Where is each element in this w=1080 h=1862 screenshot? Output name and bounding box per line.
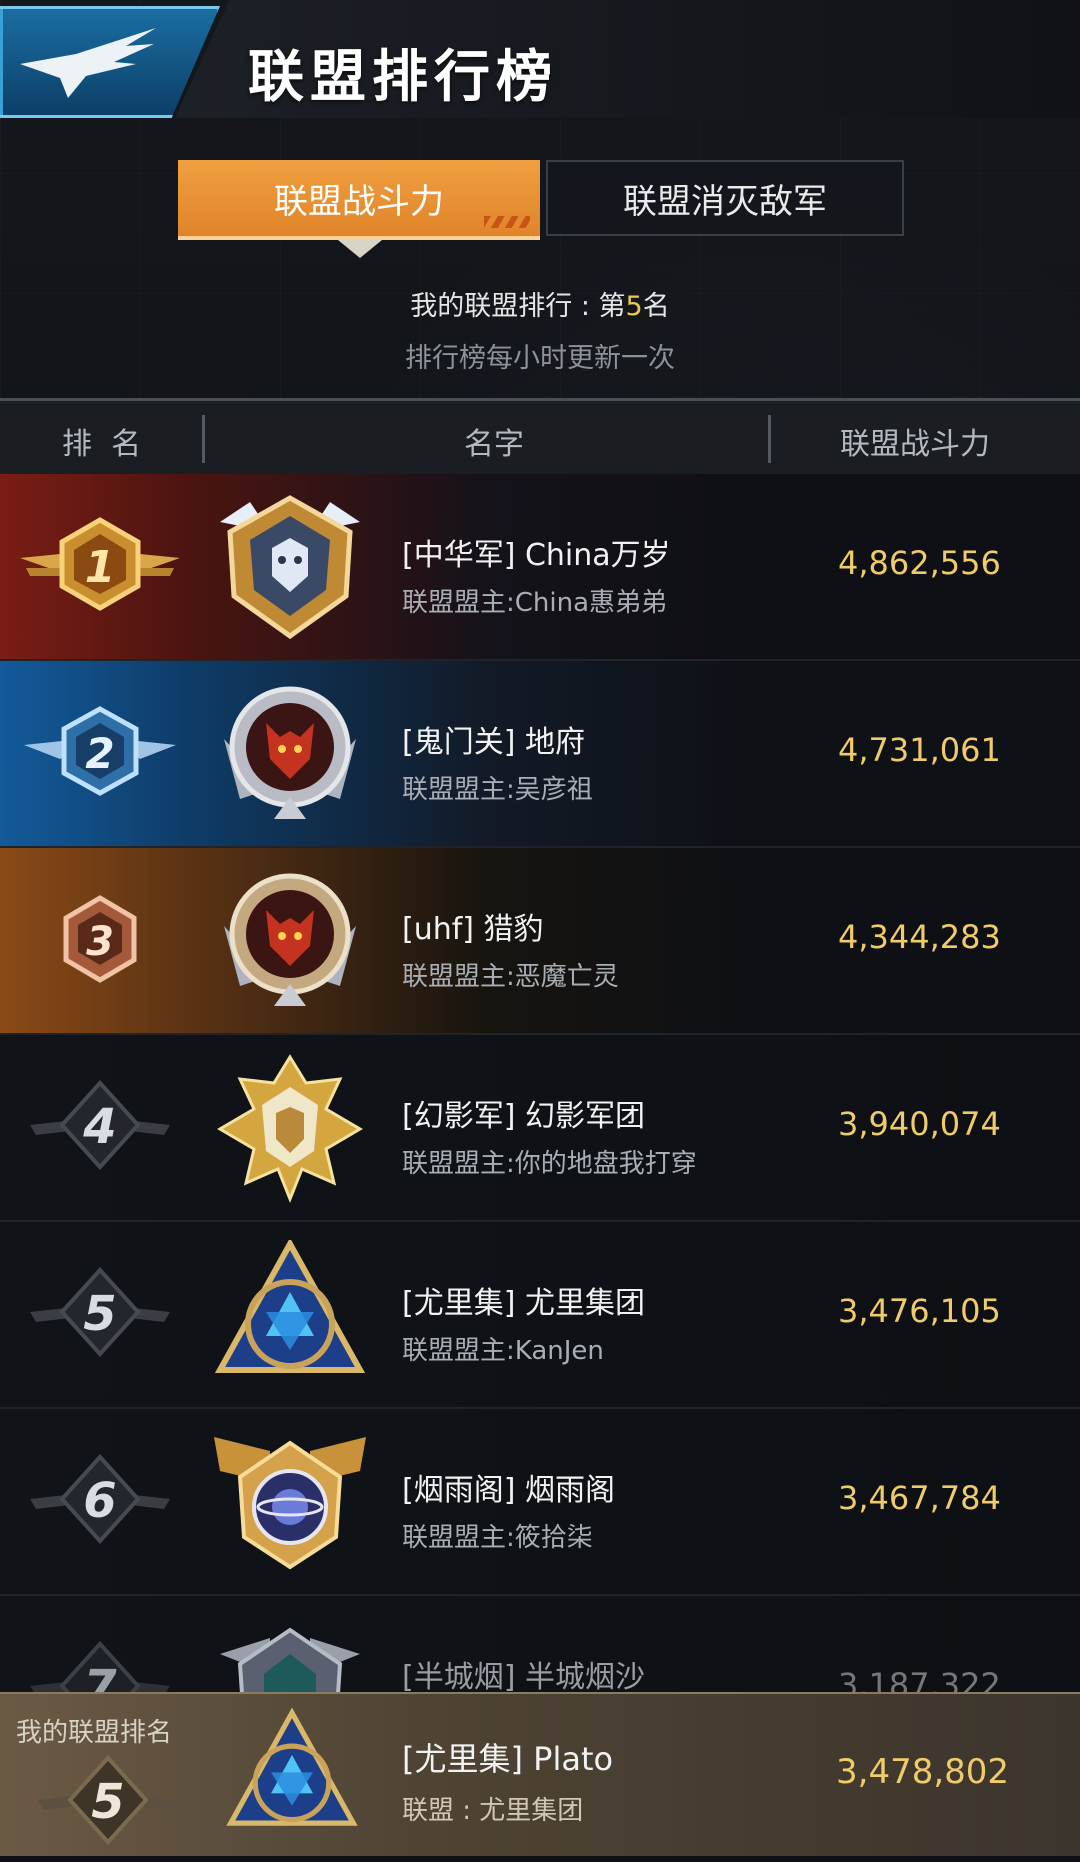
alliance-name: [鬼门关] 地府 bbox=[402, 725, 585, 760]
rank-3-emblem-icon: 3 bbox=[63, 895, 137, 983]
tab-alliance-kills[interactable]: 联盟消灭敌军 bbox=[546, 160, 904, 236]
rank-7-emblem-icon: 7 bbox=[30, 1641, 170, 1692]
tab-alliance-power[interactable]: 联盟战斗力 bbox=[178, 160, 540, 258]
table-row[interactable]: 4 [幻影军] 幻影军团 联盟盟主:你的地盘我打穿 3,940,074 bbox=[0, 1035, 1080, 1222]
my-rank-text: 我的联盟排行 : 第5名 bbox=[410, 291, 670, 322]
alliance-power: 3,940,074 bbox=[838, 1105, 1001, 1143]
alliance-power: 3,187,322 bbox=[838, 1666, 1001, 1692]
alliance-name: [中华军] China万岁 bbox=[402, 538, 671, 573]
alliance-badge-icon bbox=[217, 1054, 363, 1203]
alliance-badge-icon bbox=[220, 495, 360, 640]
page-title: 联盟排行榜 bbox=[248, 45, 558, 110]
alliance-badge-icon bbox=[226, 1707, 358, 1826]
update-note: 排行榜每小时更新一次 bbox=[405, 343, 675, 374]
column-name: 名字 bbox=[464, 427, 524, 462]
tab-label: 联盟消灭敌军 bbox=[623, 181, 827, 222]
alliance-leader: 联盟盟主:你的地盘我打穿 bbox=[402, 1149, 697, 1179]
alliance-name: [幻影军] 幻影军团 bbox=[402, 1099, 645, 1134]
table-row[interactable]: 5 [尤里集] 尤里集团 联盟盟主:KanJen 3,476,105 bbox=[0, 1222, 1080, 1409]
my-alliance-name: 联盟 : 尤里集团 bbox=[402, 1796, 584, 1826]
alliance-power: 3,467,784 bbox=[838, 1479, 1001, 1517]
my-alliance-power: 3,478,802 bbox=[836, 1752, 1010, 1792]
ranking-list[interactable]: 1 [中华军] China万岁 联盟盟主:China惠弟弟 4,862,556 … bbox=[0, 474, 1080, 1692]
column-header: 排 名 名字 联盟战斗力 bbox=[0, 398, 1080, 476]
rank-2-emblem-icon: 2 bbox=[24, 706, 176, 796]
svg-text:1: 1 bbox=[85, 542, 116, 593]
alliance-badge-icon bbox=[220, 1627, 360, 1692]
tab-bar: 联盟战斗力 联盟消灭敌军 bbox=[178, 160, 904, 258]
column-rank: 排 名 bbox=[62, 427, 142, 462]
svg-text:5: 5 bbox=[83, 1286, 116, 1342]
rank-4-emblem-icon: 4 bbox=[30, 1080, 170, 1170]
eagle-icon bbox=[20, 28, 156, 98]
svg-text:6: 6 bbox=[83, 1473, 116, 1529]
alliance-power: 3,476,105 bbox=[838, 1292, 1001, 1330]
alliance-leader: 联盟盟主:吴彦祖 bbox=[402, 775, 593, 805]
my-alliance-footer[interactable]: 我的联盟排名 5 [尤里集] Plato 联盟 : 尤里集团 3,478,802 bbox=[0, 1692, 1080, 1856]
alliance-badge-icon bbox=[224, 686, 356, 819]
svg-text:7: 7 bbox=[83, 1660, 117, 1692]
svg-text:3: 3 bbox=[86, 919, 114, 965]
tab-label: 联盟战斗力 bbox=[274, 181, 444, 222]
rank-5-emblem-icon: 5 bbox=[30, 1267, 170, 1357]
table-row[interactable]: 6 [烟雨阁] 烟雨阁 联盟盟主:筱拾柒 3,467,784 bbox=[0, 1409, 1080, 1596]
table-row[interactable]: 7 [半城烟] 半城烟沙 3,187,322 bbox=[0, 1596, 1080, 1692]
alliance-name: [尤里集] 尤里集团 bbox=[402, 1286, 645, 1321]
column-power: 联盟战斗力 bbox=[840, 427, 990, 462]
alliance-badge-icon bbox=[214, 1240, 366, 1373]
tab-pointer bbox=[338, 240, 382, 258]
alliance-leader: 联盟盟主:KanJen bbox=[402, 1336, 604, 1366]
alliance-name: [半城烟] 半城烟沙 bbox=[402, 1660, 645, 1692]
alliance-badge-icon bbox=[214, 1437, 366, 1570]
rank-1-emblem-icon: 1 bbox=[20, 517, 180, 611]
alliance-leader: 联盟盟主:China惠弟弟 bbox=[402, 588, 668, 618]
alliance-badge-icon bbox=[224, 873, 356, 1006]
tab-decoration bbox=[484, 216, 530, 228]
alliance-name: [烟雨阁] 烟雨阁 bbox=[402, 1473, 615, 1508]
my-rank-emblem-icon: 5 bbox=[38, 1755, 178, 1845]
svg-text:4: 4 bbox=[82, 1099, 116, 1155]
svg-text:2: 2 bbox=[85, 729, 114, 778]
rank-6-emblem-icon: 6 bbox=[30, 1454, 170, 1544]
header: 联盟排行榜 bbox=[0, 0, 1080, 122]
alliance-leader: 联盟盟主:筱拾柒 bbox=[402, 1523, 593, 1553]
my-player-name: [尤里集] Plato bbox=[402, 1740, 614, 1778]
alliance-name: [uhf] 猎豹 bbox=[402, 912, 544, 947]
table-row[interactable]: 2 [鬼门关] 地府 联盟盟主:吴彦祖 4,731,061 bbox=[0, 661, 1080, 848]
table-row[interactable]: 1 [中华军] China万岁 联盟盟主:China惠弟弟 4,862,556 bbox=[0, 474, 1080, 661]
alliance-leader: 联盟盟主:恶魔亡灵 bbox=[402, 962, 619, 992]
alliance-power: 4,731,061 bbox=[838, 731, 1001, 769]
alliance-power: 4,862,556 bbox=[838, 544, 1001, 582]
my-rank-number: 5 bbox=[91, 1774, 124, 1830]
my-rank-number: 5 bbox=[625, 291, 643, 322]
table-row[interactable]: 3 [uhf] 猎豹 联盟盟主:恶魔亡灵 4,344,283 bbox=[0, 848, 1080, 1035]
alliance-power: 4,344,283 bbox=[838, 918, 1001, 956]
